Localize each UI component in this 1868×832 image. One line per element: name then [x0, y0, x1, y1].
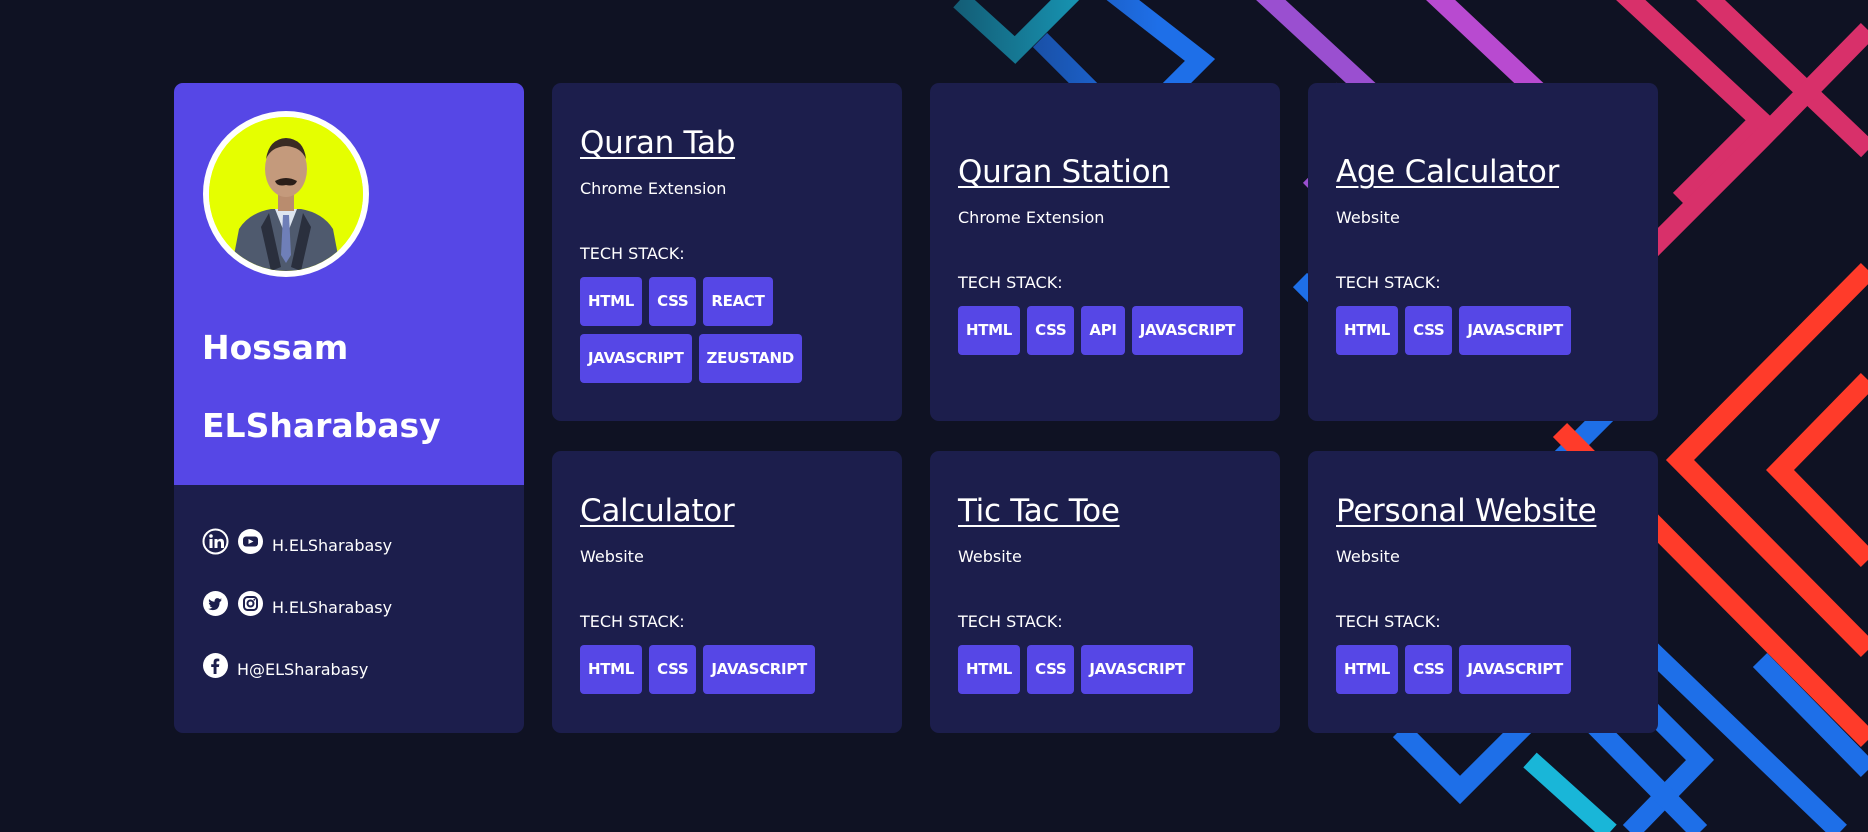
tech-stack-label: TECH STACK:	[1336, 612, 1441, 631]
tech-tag: HTML	[1336, 645, 1399, 694]
social-row-facebook: H@ELSharabasy	[202, 650, 392, 680]
social-handle[interactable]: H@ELSharabasy	[237, 660, 368, 679]
tech-stack-label: TECH STACK:	[580, 612, 685, 631]
tech-stack-tags: HTML CSS JAVASCRIPT	[580, 645, 874, 694]
instagram-icon[interactable]	[237, 590, 264, 617]
tech-stack-tags: HTML CSS JAVASCRIPT	[958, 645, 1252, 694]
tech-stack-tags: HTML CSS JAVASCRIPT	[1336, 645, 1630, 694]
social-row-twitter-instagram: H.ELSharabasy	[202, 588, 392, 618]
project-type: Website	[1336, 547, 1400, 566]
tech-tag: CSS	[1405, 306, 1453, 355]
profile-card: Hossam ELSharabasy H.ELSharabasy H.ELSha…	[174, 83, 524, 733]
project-type: Website	[1336, 208, 1400, 227]
project-type: Chrome Extension	[958, 208, 1105, 227]
tech-tag: API	[1081, 306, 1125, 355]
social-handle[interactable]: H.ELSharabasy	[272, 598, 392, 617]
tech-tag: HTML	[958, 645, 1021, 694]
tech-tag: CSS	[649, 277, 697, 326]
linkedin-icon[interactable]	[202, 528, 229, 555]
tech-tag: JAVASCRIPT	[1131, 306, 1244, 355]
project-card-personal-website: Personal Website Website TECH STACK: HTM…	[1308, 451, 1658, 733]
twitter-icon[interactable]	[202, 590, 229, 617]
project-type: Website	[580, 547, 644, 566]
project-card-age-calculator: Age Calculator Website TECH STACK: HTML …	[1308, 83, 1658, 421]
first-name: Hossam	[202, 328, 349, 367]
project-card-quran-tab: Quran Tab Chrome Extension TECH STACK: H…	[552, 83, 902, 421]
tech-stack-label: TECH STACK:	[958, 612, 1063, 631]
avatar	[203, 111, 369, 277]
profile-name: Hossam ELSharabasy	[202, 309, 441, 465]
tech-tag: HTML	[580, 277, 643, 326]
tech-tag: JAVASCRIPT	[1081, 645, 1193, 694]
tech-stack-tags: HTML CSS REACT JAVASCRIPT ZEUSTAND	[580, 277, 874, 383]
project-title-link[interactable]: Personal Website	[1336, 493, 1630, 529]
project-title-link[interactable]: Tic Tac Toe	[958, 493, 1252, 529]
tech-tag: JAVASCRIPT	[580, 334, 692, 383]
last-name: ELSharabasy	[202, 406, 441, 445]
tech-tag: HTML	[958, 306, 1021, 355]
facebook-icon[interactable]	[202, 652, 229, 679]
project-title-link[interactable]: Calculator	[580, 493, 874, 529]
social-row-linkedin-youtube: H.ELSharabasy	[202, 526, 392, 556]
person-silhouette-icon	[209, 117, 363, 271]
social-links: H.ELSharabasy H.ELSharabasy H@ELSharabas…	[202, 526, 392, 712]
project-card-tic-tac-toe: Tic Tac Toe Website TECH STACK: HTML CSS…	[930, 451, 1280, 733]
project-type: Chrome Extension	[580, 179, 727, 198]
tech-tag: CSS	[1027, 645, 1075, 694]
tech-tag: CSS	[1027, 306, 1075, 355]
tech-stack-label: TECH STACK:	[1336, 273, 1441, 292]
social-handle[interactable]: H.ELSharabasy	[272, 536, 392, 555]
project-type: Website	[958, 547, 1022, 566]
tech-stack-tags: HTML CSS API JAVASCRIPT	[958, 306, 1252, 355]
youtube-icon[interactable]	[237, 528, 264, 555]
tech-tag: JAVASCRIPT	[1459, 306, 1571, 355]
tech-stack-label: TECH STACK:	[958, 273, 1063, 292]
tech-tag: JAVASCRIPT	[1459, 645, 1571, 694]
tech-tag: REACT	[703, 277, 773, 326]
tech-tag: HTML	[1336, 306, 1399, 355]
project-card-calculator: Calculator Website TECH STACK: HTML CSS …	[552, 451, 902, 733]
tech-tag: CSS	[649, 645, 697, 694]
tech-tag: HTML	[580, 645, 643, 694]
tech-tag: ZEUSTAND	[698, 334, 802, 383]
avatar-photo	[209, 117, 363, 271]
tech-stack-label: TECH STACK:	[580, 244, 685, 263]
project-card-quran-station: Quran Station Chrome Extension TECH STAC…	[930, 83, 1280, 421]
tech-stack-tags: HTML CSS JAVASCRIPT	[1336, 306, 1630, 355]
profile-header: Hossam ELSharabasy	[174, 83, 524, 485]
project-title-link[interactable]: Quran Station	[958, 154, 1252, 190]
tech-tag: CSS	[1405, 645, 1453, 694]
tech-tag: JAVASCRIPT	[703, 645, 815, 694]
project-title-link[interactable]: Quran Tab	[580, 125, 874, 161]
project-title-link[interactable]: Age Calculator	[1336, 154, 1630, 190]
